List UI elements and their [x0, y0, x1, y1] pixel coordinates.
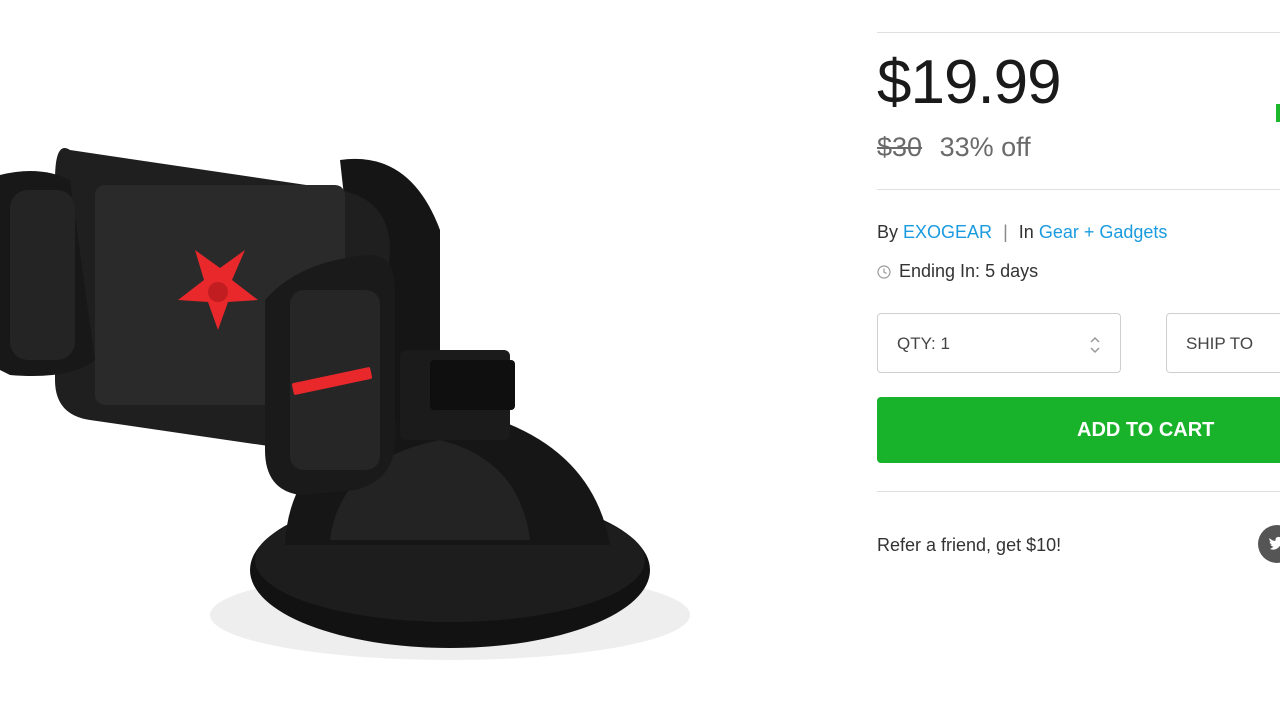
ending-text: Ending In: 5 days: [899, 261, 1039, 281]
cart-divider: [877, 491, 1280, 492]
clock-icon: [877, 264, 891, 279]
add-to-cart-button[interactable]: ADD TO CART: [877, 397, 1280, 463]
ship-to-selector[interactable]: SHIP TO: [1166, 313, 1280, 373]
discount-label: 33% off: [939, 132, 1031, 162]
top-divider: [877, 32, 1280, 33]
twitter-share-button[interactable]: [1258, 525, 1280, 563]
original-price-row: $30 33% off: [877, 132, 1031, 163]
product-image: [0, 148, 690, 660]
twitter-icon: [1269, 536, 1280, 550]
green-indicator: [1276, 104, 1280, 122]
category-link[interactable]: Gear + Gadgets: [1039, 222, 1168, 242]
add-to-cart-label: ADD TO CART: [1077, 419, 1215, 441]
sale-price: $19.99: [877, 48, 1062, 117]
ending-row: Ending In: 5 days: [877, 261, 1038, 282]
quantity-selector[interactable]: QTY: 1: [877, 313, 1121, 373]
separator: |: [1003, 222, 1008, 242]
price-divider: [877, 189, 1280, 190]
brand-link[interactable]: EXOGEAR: [903, 222, 992, 242]
original-price: $30: [877, 132, 923, 162]
in-label: In: [1018, 222, 1034, 242]
brand-category-row: By EXOGEAR | In Gear + Gadgets: [877, 222, 1167, 243]
ship-to-label: SHIP TO: [1186, 334, 1254, 353]
quantity-label: QTY: 1: [897, 334, 950, 353]
referral-text: Refer a friend, get $10!: [877, 535, 1062, 555]
by-label: By: [877, 222, 899, 242]
stepper-icon[interactable]: [1088, 334, 1102, 356]
